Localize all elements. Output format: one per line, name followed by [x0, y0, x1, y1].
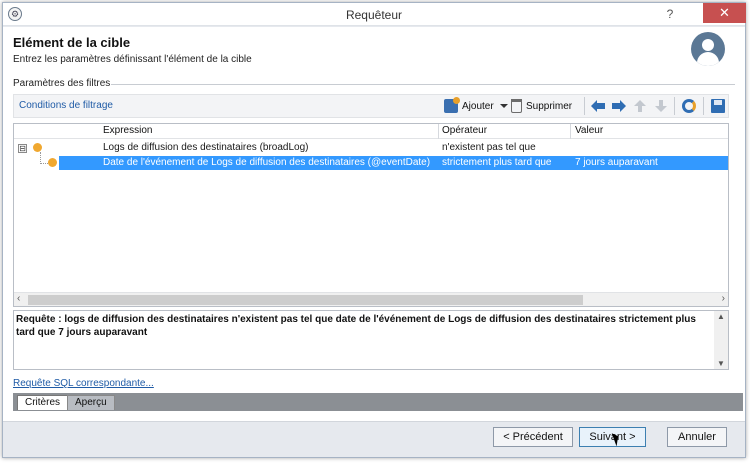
scrollbar-thumb[interactable]: [28, 295, 583, 305]
filter-tree-grid: Expression Opérateur Valeur ⊟ Logs de di…: [13, 123, 729, 307]
page-subtitle: Entrez les paramètres définissant l'élém…: [13, 54, 252, 65]
close-button[interactable]: ✕: [703, 3, 746, 23]
save-icon[interactable]: [711, 99, 725, 113]
user-avatar-icon: [691, 32, 725, 66]
row-expression: Logs de diffusion des destinataires (bro…: [103, 142, 309, 153]
column-divider: [570, 124, 571, 139]
add-icon: [444, 97, 460, 113]
horizontal-scrollbar[interactable]: ‹ ›: [14, 292, 728, 306]
page-title: Elément de la cible: [13, 35, 131, 50]
table-row-selected[interactable]: Date de l'événement de Logs de diffusion…: [14, 156, 728, 170]
window-title: Requêteur: [345, 8, 403, 22]
scroll-up-icon[interactable]: ▲: [717, 312, 725, 321]
add-button-label: Ajouter: [462, 100, 494, 112]
toolbar-separator: [584, 97, 585, 115]
filter-conditions-link[interactable]: Conditions de filtrage: [19, 100, 113, 111]
filter-toolbar: Conditions de filtrage Ajouter Supprimer: [13, 94, 729, 118]
trash-icon: [511, 99, 522, 113]
column-header-value[interactable]: Valeur: [572, 125, 603, 136]
main-panel: Paramètres des filtres Conditions de fil…: [3, 71, 745, 421]
refresh-icon[interactable]: [682, 99, 696, 113]
previous-button[interactable]: < Précédent: [493, 427, 573, 447]
arrow-left-icon[interactable]: [590, 99, 606, 113]
table-row[interactable]: ⊟ Logs de diffusion des destinataires (b…: [14, 141, 728, 155]
section-divider: [111, 84, 735, 85]
vertical-scrollbar[interactable]: ▲ ▼: [714, 311, 728, 369]
scroll-down-icon[interactable]: ▼: [717, 359, 725, 368]
request-summary-text: Requête : logs de diffusion des destinat…: [16, 314, 696, 338]
arrow-up-icon[interactable]: [632, 99, 648, 113]
tab-criteria[interactable]: Critères: [17, 395, 69, 410]
sql-query-link[interactable]: Requête SQL correspondante...: [13, 378, 154, 389]
chevron-down-icon[interactable]: [499, 104, 508, 108]
tabs-bar: Critères Aperçu: [13, 393, 743, 411]
delete-button[interactable]: Supprimer: [511, 98, 572, 114]
title-bar: ⚙ Requêteur ? ✕: [3, 3, 746, 26]
filters-section-label: Paramètres des filtres: [13, 78, 113, 89]
row-value: 7 jours auparavant: [575, 157, 658, 168]
request-summary-box: Requête : logs de diffusion des destinat…: [13, 310, 729, 370]
condition-bullet-icon: [33, 143, 42, 152]
arrow-right-icon[interactable]: [611, 99, 627, 113]
condition-bullet-icon: [48, 158, 57, 167]
tab-preview[interactable]: Aperçu: [67, 395, 115, 410]
column-header-expression[interactable]: Expression: [100, 125, 152, 136]
toolbar-separator: [703, 97, 704, 115]
row-expression: Date de l'événement de Logs de diffusion…: [103, 157, 431, 168]
row-operator: n'existent pas tel que: [442, 142, 536, 153]
collapse-icon[interactable]: ⊟: [18, 144, 27, 153]
wizard-header: Elément de la cible Entrez les paramètre…: [3, 27, 745, 71]
toolbar-separator: [674, 97, 675, 115]
grid-header: Expression Opérateur Valeur: [14, 124, 728, 139]
wizard-footer: < Précédent Suivant > Annuler: [3, 421, 745, 457]
help-button[interactable]: ?: [662, 6, 678, 22]
row-operator: strictement plus tard que: [442, 157, 552, 168]
column-header-operator[interactable]: Opérateur: [439, 125, 487, 136]
scroll-right-icon[interactable]: ›: [722, 293, 725, 304]
requeteur-window: ⚙ Requêteur ? ✕ Elément de la cible Entr…: [2, 2, 746, 458]
delete-button-label: Supprimer: [526, 100, 573, 112]
scroll-left-icon[interactable]: ‹: [17, 293, 20, 304]
cancel-button[interactable]: Annuler: [667, 427, 727, 447]
arrow-down-icon[interactable]: [653, 99, 669, 113]
add-button[interactable]: Ajouter: [444, 97, 508, 114]
